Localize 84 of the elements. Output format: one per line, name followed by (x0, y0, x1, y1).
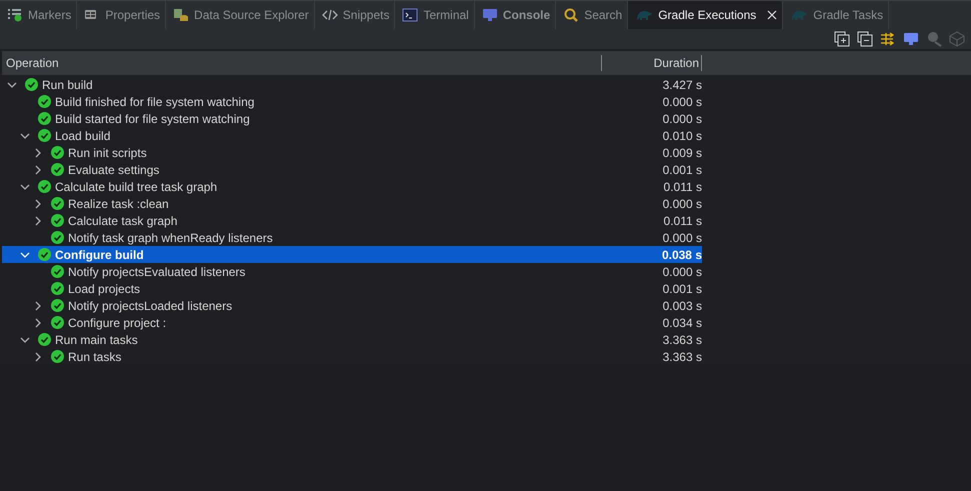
success-icon (38, 95, 51, 108)
database-icon (173, 8, 190, 22)
collapse-all-icon[interactable] (857, 31, 873, 47)
success-icon (38, 180, 51, 193)
tree-row[interactable]: Calculate build tree task graph 0.011 s (2, 178, 702, 195)
duration-text: 0.010 s (662, 128, 702, 142)
list-check-icon (7, 8, 23, 22)
monitor-icon[interactable] (903, 31, 919, 47)
success-icon (38, 129, 51, 142)
success-icon (51, 163, 64, 176)
duration-text: 0.000 s (662, 230, 702, 244)
tree-row[interactable]: Build finished for file system watching 0.000 s (2, 93, 702, 110)
operation-text: Run build (42, 78, 93, 92)
tree-row[interactable]: Build started for file system watching 0.000 s (2, 110, 702, 127)
operation-text: Build started for file system watching (55, 112, 250, 126)
monitor-icon (482, 8, 498, 22)
duration-text: 0.001 s (662, 162, 702, 176)
success-icon (51, 231, 64, 244)
operation-text: Build finished for file system watching (55, 94, 254, 108)
success-icon (51, 146, 64, 159)
tree-row[interactable]: Run tasks 3.363 s (2, 348, 702, 365)
success-icon (38, 248, 51, 261)
success-icon (51, 282, 64, 295)
duration-text: 0.034 s (662, 316, 702, 330)
operation-text: Load projects (68, 282, 140, 296)
duration-text: 0.000 s (662, 112, 702, 126)
close-icon[interactable] (767, 10, 778, 20)
success-icon (51, 214, 64, 227)
duration-text: 3.427 s (662, 78, 702, 92)
tree-row[interactable]: Configure project : 0.034 s (2, 314, 702, 331)
duration-text: 3.363 s (662, 332, 702, 346)
operation-text: Run tasks (68, 350, 122, 364)
column-header[interactable]: Operation (2, 55, 602, 71)
expand-all-icon[interactable] (834, 31, 850, 47)
duration-text: 0.001 s (662, 282, 702, 296)
tree-row[interactable]: Run build 3.427 s (2, 76, 702, 93)
operation-text: Notify projectsEvaluated listeners (68, 264, 246, 278)
tree-row[interactable]: Calculate task graph 0.011 s (2, 212, 702, 229)
duration-text: 0.011 s (662, 214, 702, 228)
success-icon (51, 265, 64, 278)
duration-text: 0.003 s (662, 298, 702, 312)
operation-text: Calculate build tree task graph (55, 180, 218, 194)
operation-text: Notify projectsLoaded listeners (68, 298, 232, 312)
success-icon (38, 333, 51, 346)
operation-text: Load build (55, 128, 110, 142)
operation-text: Calculate task graph (68, 214, 178, 228)
operation-text: Evaluate settings (68, 162, 160, 176)
terminal-icon (402, 8, 418, 22)
operation-text: Realize task :clean (68, 196, 169, 210)
elephant-icon (635, 8, 654, 22)
column-header[interactable]: Duration (602, 55, 702, 71)
duration-text: 3.363 s (662, 350, 702, 364)
arrows-icon[interactable] (880, 31, 896, 47)
tree-row[interactable]: Realize task :clean 0.000 s (2, 195, 702, 212)
tree-row[interactable]: Notify projectsEvaluated listeners 0.000 s (2, 263, 702, 280)
success-icon (51, 316, 64, 329)
duration-text: 0.000 s (662, 196, 702, 210)
elephant-icon (790, 8, 808, 22)
tree-row[interactable]: Notify projectsLoaded listeners 0.003 s (2, 297, 702, 314)
tree-row[interactable]: Run init scripts 0.009 s (2, 144, 702, 161)
operation-text: Run init scripts (68, 146, 147, 160)
tree-row[interactable]: Load build 0.010 s (2, 127, 702, 144)
success-icon (38, 112, 51, 125)
duration-text: 0.000 s (662, 94, 702, 108)
duration-text: 0.000 s (662, 264, 702, 278)
tree-row[interactable]: Evaluate settings 0.001 s (2, 161, 702, 178)
operation-text: Configure project : (68, 316, 166, 330)
tab[interactable]: Gradle Executions (628, 1, 784, 29)
operation-text: Configure build (55, 248, 144, 262)
operation-text: Notify task graph whenReady listeners (68, 230, 273, 244)
tree-row[interactable]: Load projects 0.001 s (2, 280, 702, 297)
operation-text: Run main tasks (55, 332, 138, 346)
success-icon (51, 299, 64, 312)
search-icon (563, 8, 580, 22)
code-icon (322, 8, 338, 22)
duration-text: 0.011 s (662, 180, 702, 194)
tree-row[interactable]: Run main tasks 3.363 s (2, 331, 702, 348)
duration-text: 0.009 s (662, 146, 702, 160)
tree-row[interactable]: Configure build 0.038 s (2, 246, 702, 263)
duration-text: 0.038 s (660, 248, 702, 262)
success-icon (51, 197, 64, 210)
success-icon (25, 78, 38, 91)
tree-row[interactable]: Notify task graph whenReady listeners 0.000 s (2, 229, 702, 246)
success-icon (51, 350, 64, 363)
